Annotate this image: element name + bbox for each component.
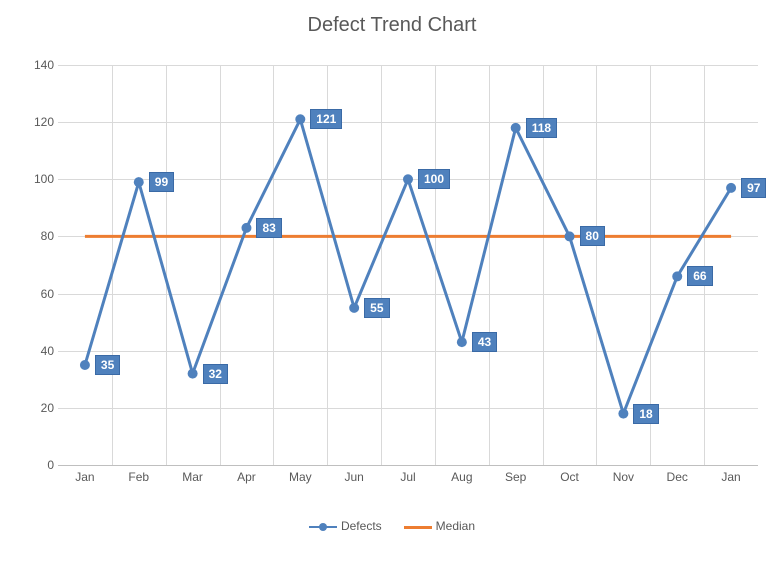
defects-data-label: 83 xyxy=(256,218,281,238)
y-tick-label: 60 xyxy=(14,287,54,301)
defects-swatch-icon xyxy=(309,522,337,532)
defects-marker xyxy=(134,177,144,187)
legend: Defects Median xyxy=(0,519,784,533)
defects-data-label: 18 xyxy=(633,404,658,424)
y-tick-label: 140 xyxy=(14,58,54,72)
defects-marker xyxy=(511,123,521,133)
defects-data-label: 66 xyxy=(687,266,712,286)
defects-data-label: 35 xyxy=(95,355,120,375)
defects-marker xyxy=(241,223,251,233)
defects-data-label: 121 xyxy=(310,109,342,129)
x-tick-label: Oct xyxy=(540,470,600,484)
defects-marker xyxy=(80,360,90,370)
legend-label-median: Median xyxy=(436,519,475,533)
defects-marker xyxy=(403,174,413,184)
chart-container: Defect Trend Chart 0 20 40 60 80 100 120 140 35… xyxy=(0,0,784,563)
x-tick-label: Feb xyxy=(109,470,169,484)
y-tick-label: 80 xyxy=(14,229,54,243)
defects-marker xyxy=(295,114,305,124)
defects-data-label: 97 xyxy=(741,178,766,198)
y-tick-label: 20 xyxy=(14,401,54,415)
x-tick-label: May xyxy=(270,470,330,484)
defects-data-label: 118 xyxy=(526,118,557,138)
legend-item-defects: Defects xyxy=(309,519,382,533)
x-tick-label: Apr xyxy=(216,470,276,484)
defects-series xyxy=(85,119,731,413)
x-tick-label: Nov xyxy=(593,470,653,484)
y-tick-label: 40 xyxy=(14,344,54,358)
x-tick-label: Aug xyxy=(432,470,492,484)
defects-data-label: 80 xyxy=(580,226,605,246)
defects-marker xyxy=(565,231,575,241)
defects-data-label: 43 xyxy=(472,332,497,352)
x-tick-label: Jun xyxy=(324,470,384,484)
x-tick-label: Jan xyxy=(701,470,761,484)
y-tick-label: 120 xyxy=(14,115,54,129)
y-tick-label: 100 xyxy=(14,172,54,186)
defects-marker xyxy=(349,303,359,313)
x-tick-label: Mar xyxy=(163,470,223,484)
x-tick-label: Sep xyxy=(486,470,546,484)
defects-data-label: 55 xyxy=(364,298,389,318)
defects-marker xyxy=(726,183,736,193)
defects-line xyxy=(85,119,731,413)
defects-marker xyxy=(672,271,682,281)
chart-title: Defect Trend Chart xyxy=(0,14,784,37)
x-tick-label: Jan xyxy=(55,470,115,484)
x-tick-label: Jul xyxy=(378,470,438,484)
defects-marker xyxy=(457,337,467,347)
defects-data-label: 32 xyxy=(203,364,228,384)
defects-marker xyxy=(618,409,628,419)
defects-marker xyxy=(188,369,198,379)
median-swatch-icon xyxy=(404,522,432,532)
defects-data-label: 99 xyxy=(149,172,174,192)
legend-item-median: Median xyxy=(404,519,475,533)
y-tick-label: 0 xyxy=(14,458,54,472)
legend-label-defects: Defects xyxy=(341,519,382,533)
x-tick-label: Dec xyxy=(647,470,707,484)
defects-data-label: 100 xyxy=(418,169,450,189)
